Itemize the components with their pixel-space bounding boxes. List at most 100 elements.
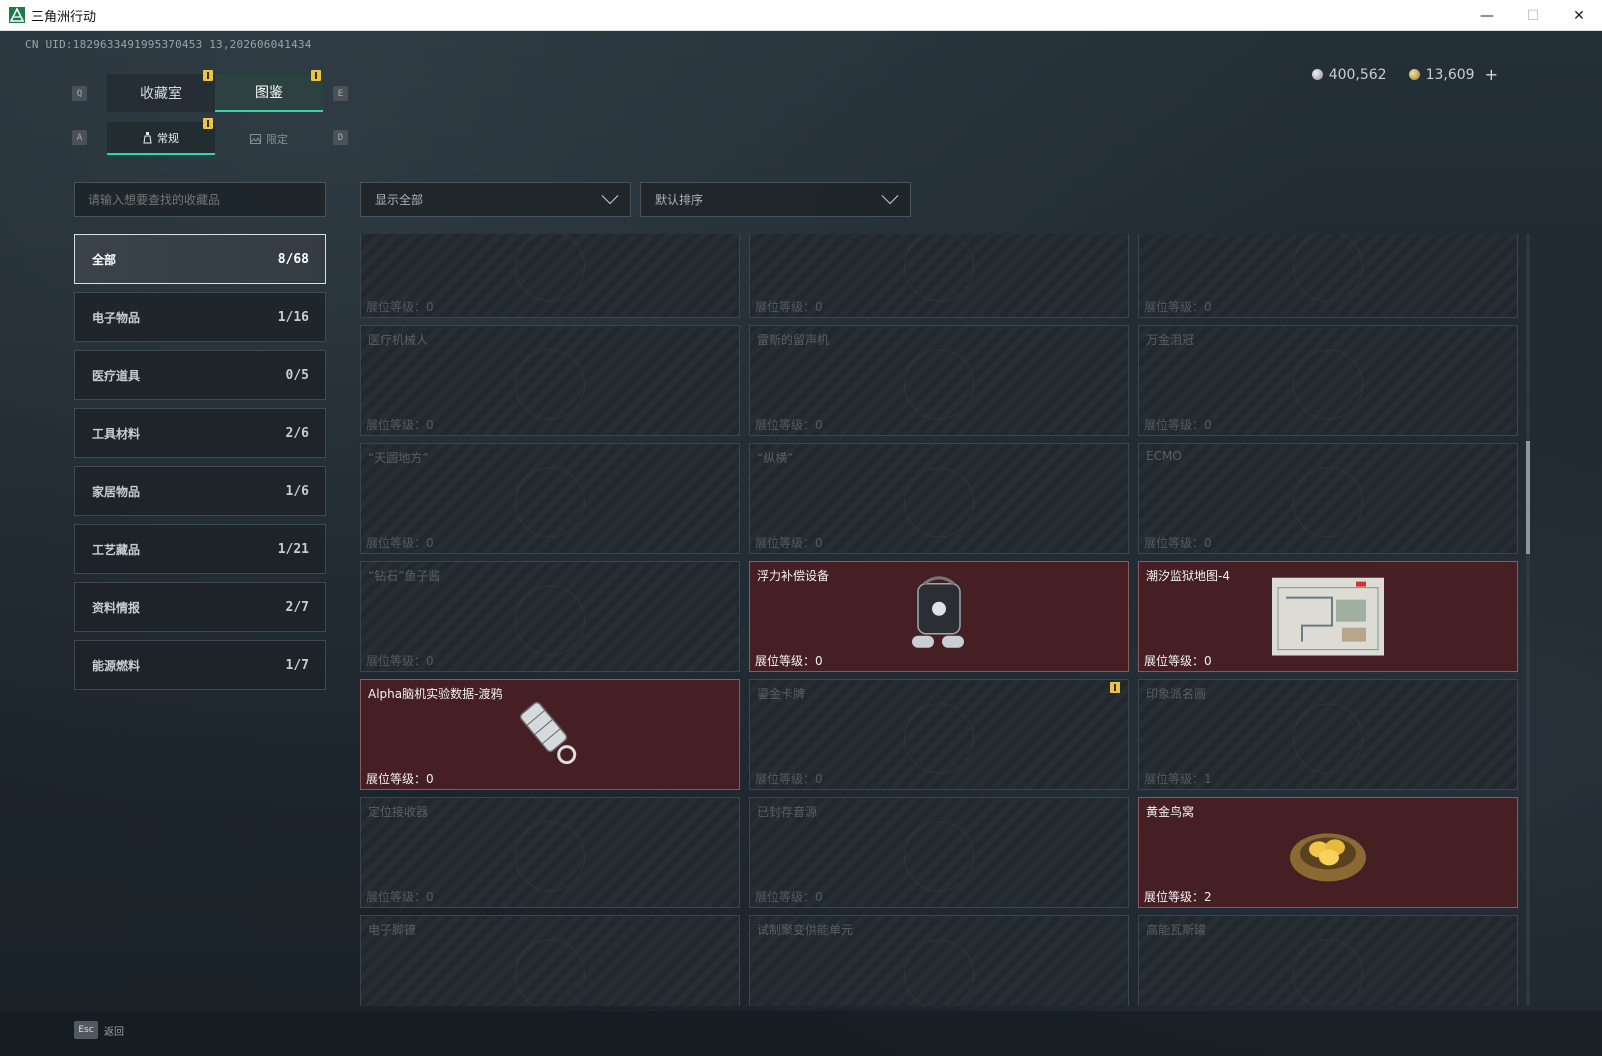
category-label: 家居物品	[92, 484, 141, 499]
chevron-down-icon	[881, 186, 899, 204]
bottle-icon	[143, 131, 152, 143]
category-count: 1/16	[277, 309, 309, 325]
collectible-card[interactable]: Alpha脑机实验数据-渡鸦 展位等级：0	[360, 679, 740, 790]
subtab-limited[interactable]: 限定	[215, 122, 323, 155]
category-item[interactable]: 医疗道具 0/5	[74, 350, 326, 400]
collectible-card[interactable]: 展位等级：0	[749, 234, 1129, 318]
app-logo-icon	[9, 7, 25, 23]
category-item[interactable]: 工具材料 2/6	[74, 408, 326, 458]
item-name: “天圆地方”	[368, 451, 429, 465]
locked-item-silhouette	[904, 703, 974, 773]
category-count: 1/6	[285, 483, 309, 499]
key-hint-a: A	[72, 130, 87, 145]
item-image	[510, 694, 590, 778]
add-currency-button[interactable]: +	[1485, 65, 1498, 84]
item-name: 试制聚变供能单元	[757, 923, 854, 937]
search-input[interactable]	[74, 182, 326, 217]
close-button[interactable]: ✕	[1556, 0, 1602, 31]
tab-codex[interactable]: 图鉴	[215, 70, 323, 112]
locked-item-silhouette	[1293, 939, 1363, 1006]
collectible-card[interactable]: 试制聚变供能单元	[749, 915, 1129, 1006]
item-name: 电子脚镣	[368, 923, 417, 937]
collectible-card[interactable]: 潮汐监狱地图-4 展位等级：0	[1138, 561, 1518, 672]
collectible-card[interactable]: 雷斯的留声机 展位等级：0	[749, 325, 1129, 436]
collectible-card[interactable]: ECMO 展位等级：0	[1138, 443, 1518, 554]
item-image	[1272, 577, 1384, 659]
locked-item-silhouette	[1293, 234, 1363, 301]
collectible-card[interactable]: 已封存音源 展位等级：0	[749, 797, 1129, 908]
item-image	[1287, 819, 1369, 889]
category-label: 医疗道具	[92, 368, 141, 383]
minimize-button[interactable]: —	[1464, 0, 1510, 31]
currency-bar: 400,562 13,609 +	[1311, 65, 1498, 84]
gold-coin-icon	[1408, 69, 1420, 80]
collectible-card[interactable]: 电子脚镣	[360, 915, 740, 1006]
display-level: 展位等级：0	[366, 890, 434, 904]
collectible-card[interactable]: 定位接收器展位等级：0	[360, 797, 740, 908]
maximize-button[interactable]: ☐	[1510, 0, 1556, 31]
collectible-card[interactable]: “钻石”鱼子酱 展位等级：0	[360, 561, 740, 672]
alert-badge-icon	[1110, 682, 1120, 693]
bottom-bar	[0, 1011, 1602, 1056]
tab-label: 收藏室	[140, 86, 182, 102]
esc-key-hint: Esc	[74, 1021, 98, 1039]
category-label: 能源燃料	[92, 658, 141, 673]
silver-currency: 400,562	[1311, 66, 1387, 83]
gold-amount: 13,609	[1425, 66, 1475, 83]
display-level: 展位等级：0	[755, 772, 823, 786]
display-level: 展位等级：2	[1144, 890, 1212, 904]
sort-dropdown[interactable]: 默认排序	[640, 182, 911, 217]
collectible-card[interactable]: 浮力补偿设备 展位等级：0	[749, 561, 1129, 672]
collectible-card[interactable]: 黄金鸟窝展位等级：2	[1138, 797, 1518, 908]
collectible-card[interactable]: 万金泪冠 展位等级：0	[1138, 325, 1518, 436]
collectible-card[interactable]: 展位等级：0	[1138, 234, 1518, 318]
category-count: 2/7	[285, 599, 309, 615]
collectible-card[interactable]: 医疗机械人 展位等级：0	[360, 325, 740, 436]
filter-dropdown[interactable]: 显示全部	[360, 182, 631, 217]
key-hint-q: Q	[72, 86, 87, 101]
category-item[interactable]: 电子物品 1/16	[74, 292, 326, 342]
locked-item-silhouette	[904, 939, 974, 1006]
category-item[interactable]: 资料情报 2/7	[74, 582, 326, 632]
display-level: 展位等级：0	[1144, 654, 1212, 668]
alert-badge-icon	[311, 70, 321, 81]
gold-currency: 13,609 +	[1408, 65, 1498, 84]
silver-amount: 400,562	[1328, 66, 1387, 83]
display-level: 展位等级：0	[366, 654, 434, 668]
tab-collection-room[interactable]: 收藏室	[107, 70, 215, 112]
collectible-card[interactable]: 展位等级：0	[360, 234, 740, 318]
collectible-card[interactable]: “纵横” 展位等级：0	[749, 443, 1129, 554]
back-button[interactable]: Esc 返回	[74, 1021, 124, 1039]
collectible-card[interactable]: 高能瓦斯罐	[1138, 915, 1518, 1006]
locked-item-silhouette	[515, 585, 585, 655]
alert-badge-icon	[203, 70, 213, 81]
main-tabs: 收藏室 图鉴	[107, 70, 323, 112]
grid-scrollbar-track[interactable]	[1526, 234, 1530, 1006]
collectible-card[interactable]: “天圆地方” 展位等级：0	[360, 443, 740, 554]
category-label: 工艺藏品	[92, 542, 141, 557]
back-label: 返回	[104, 1026, 124, 1038]
item-name: 雷斯的留声机	[757, 333, 830, 347]
picture-icon	[250, 133, 261, 144]
subtab-regular[interactable]: 常规	[107, 118, 215, 155]
item-name: 定位接收器	[368, 805, 429, 819]
item-name: 医疗机械人	[368, 333, 429, 347]
item-name: 黄金鸟窝	[1146, 805, 1195, 819]
item-name: “钻石”鱼子酱	[368, 569, 441, 583]
key-hint-e: E	[333, 86, 348, 101]
filter-selected: 显示全部	[375, 193, 424, 207]
locked-item-silhouette	[904, 349, 974, 419]
category-item[interactable]: 工艺藏品 1/21	[74, 524, 326, 574]
display-level: 展位等级：0	[1144, 300, 1212, 314]
collectible-card[interactable]: 鎏金卡牌 展位等级：0	[749, 679, 1129, 790]
category-item[interactable]: 能源燃料 1/7	[74, 640, 326, 690]
category-item[interactable]: 家居物品 1/6	[74, 466, 326, 516]
collectible-card[interactable]: 印象派名画 展位等级：1	[1138, 679, 1518, 790]
display-level: 展位等级：0	[366, 536, 434, 550]
display-level: 展位等级：0	[755, 890, 823, 904]
subtab-label: 限定	[266, 132, 288, 146]
display-level: 展位等级：1	[1144, 772, 1212, 786]
grid-scrollbar-thumb[interactable]	[1526, 441, 1530, 554]
category-item[interactable]: 全部 8/68	[74, 234, 326, 284]
item-image	[904, 573, 974, 663]
